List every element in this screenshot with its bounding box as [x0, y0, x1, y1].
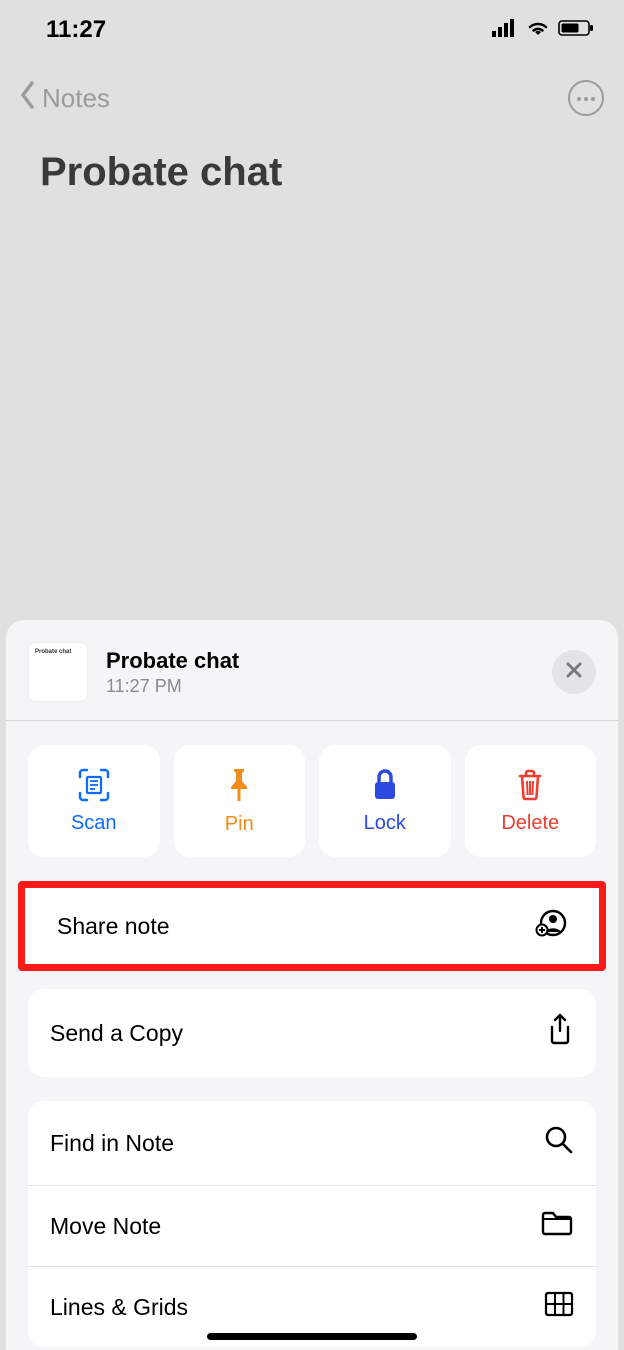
sheet-header: Probate chat Probate chat 11:27 PM [6, 620, 618, 721]
find-in-note-label: Find in Note [50, 1130, 174, 1157]
search-icon [544, 1125, 574, 1161]
more-options-button[interactable] [568, 80, 604, 116]
close-icon [565, 661, 583, 684]
move-note-row[interactable]: Move Note [28, 1185, 596, 1266]
wifi-icon [526, 19, 550, 42]
send-copy-group: Send a Copy [28, 989, 596, 1077]
quick-actions: Scan Pin Lock Delete [6, 721, 618, 881]
share-icon [546, 1013, 574, 1053]
grid-icon [544, 1291, 574, 1323]
lock-icon [370, 768, 400, 802]
lines-grids-label: Lines & Grids [50, 1294, 188, 1321]
scan-icon [76, 768, 112, 802]
note-thumbnail: Probate chat [28, 642, 88, 702]
note-title: Probate chat [40, 150, 282, 195]
share-sheet: Probate chat Probate chat 11:27 PM Scan [6, 620, 618, 1350]
battery-icon [558, 19, 594, 42]
ellipsis-icon [576, 89, 596, 107]
find-in-note-row[interactable]: Find in Note [28, 1101, 596, 1185]
delete-label: Delete [501, 812, 559, 835]
thumbnail-text: Probate chat [35, 649, 71, 655]
sheet-subtitle: 11:27 PM [106, 676, 534, 697]
cellular-signal-icon [492, 19, 518, 42]
close-sheet-button[interactable] [552, 650, 596, 694]
send-copy-label: Send a Copy [50, 1020, 183, 1047]
share-note-row[interactable]: Share note [25, 888, 599, 964]
home-indicator[interactable] [207, 1333, 417, 1340]
status-time: 11:27 [30, 16, 106, 44]
lock-label: Lock [364, 812, 406, 835]
status-bar: 11:27 [0, 0, 624, 60]
trash-icon [515, 768, 545, 802]
pin-icon [224, 767, 254, 803]
sheet-title: Probate chat [106, 648, 534, 674]
utilities-group: Find in Note Move Note Lines & Grids [28, 1101, 596, 1347]
move-note-label: Move Note [50, 1213, 161, 1240]
pin-button[interactable]: Pin [174, 745, 306, 857]
delete-button[interactable]: Delete [465, 745, 597, 857]
back-button[interactable]: Notes [20, 81, 110, 116]
send-copy-row[interactable]: Send a Copy [28, 989, 596, 1077]
back-label: Notes [42, 83, 110, 114]
nav-bar: Notes [0, 80, 624, 116]
folder-icon [540, 1210, 574, 1242]
status-icons [492, 19, 594, 42]
scan-label: Scan [71, 812, 117, 835]
share-note-label: Share note [57, 913, 170, 940]
person-add-icon [533, 908, 567, 944]
share-note-group: Share note [18, 881, 606, 971]
scan-button[interactable]: Scan [28, 745, 160, 857]
lock-button[interactable]: Lock [319, 745, 451, 857]
chevron-left-icon [20, 81, 36, 116]
pin-label: Pin [225, 813, 254, 836]
